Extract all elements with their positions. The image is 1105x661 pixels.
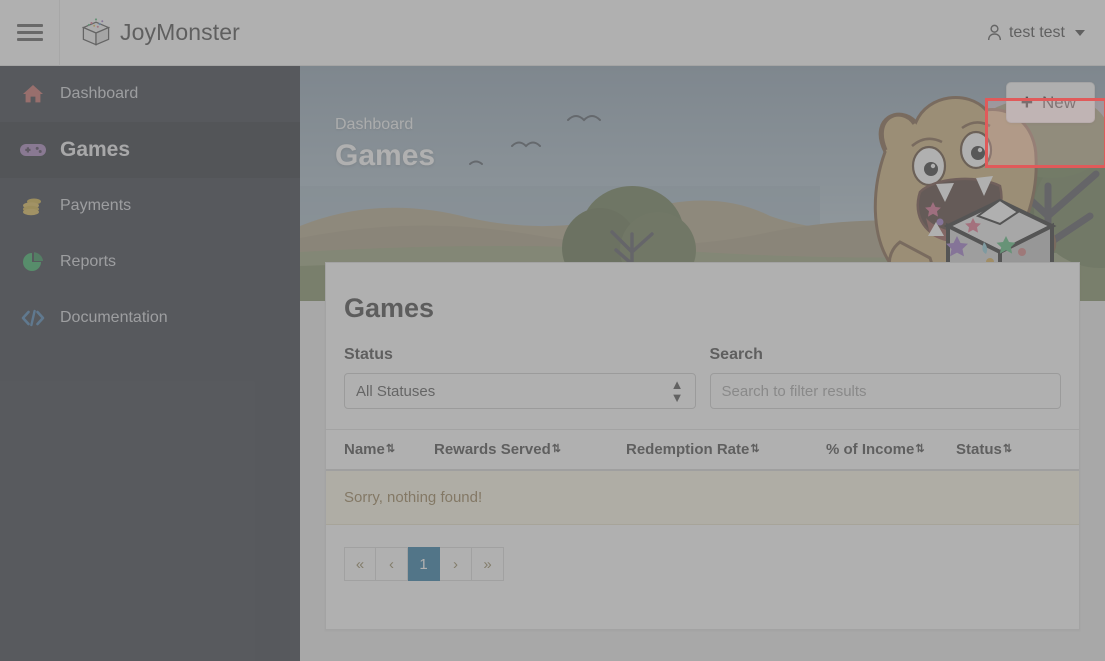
sidebar-item-label: Documentation: [60, 309, 168, 326]
pagination-next[interactable]: ›: [440, 547, 472, 581]
sidebar-item-documentation[interactable]: Documentation: [0, 290, 300, 346]
column-label: Status: [956, 441, 1002, 458]
column-header-rewards-served[interactable]: Rewards Served ⇅: [434, 441, 626, 458]
sort-updown-icon: ⇅: [915, 443, 925, 455]
pagination-last[interactable]: »: [472, 547, 504, 581]
column-label: % of Income: [826, 441, 915, 458]
sort-updown-icon: ⇅: [1002, 443, 1013, 455]
sidebar-item-label: Payments: [60, 197, 132, 214]
sidebar-item-games[interactable]: Games: [0, 122, 300, 178]
search-label: Search: [709, 346, 763, 363]
hero-text-block: Dashboard Games: [335, 116, 435, 173]
pie-chart-icon: [16, 250, 50, 274]
app-root: JoyMonster test test Dashboard Games Pay…: [0, 0, 1105, 661]
sort-updown-icon: ⇅: [750, 443, 760, 455]
status-label: Status: [344, 346, 393, 363]
search-input[interactable]: Search to filter results: [709, 373, 1061, 409]
sidebar-item-payments[interactable]: Payments: [0, 178, 300, 234]
pagination: « ‹ 1 › »: [344, 547, 1079, 581]
column-header-status[interactable]: Status ⇅: [956, 441, 1046, 458]
pagination-first[interactable]: «: [344, 547, 376, 581]
column-header-percent-of-income[interactable]: % of Income ⇅: [826, 441, 956, 458]
status-select[interactable]: All Statuses ▲ ▼: [344, 373, 696, 409]
empty-state-message: Sorry, nothing found!: [326, 471, 1079, 525]
sidebar-item-label: Reports: [60, 253, 117, 270]
games-table: Name ⇅ Rewards Served ⇅ Redemption Rate …: [326, 429, 1079, 525]
card-title: Games: [344, 293, 435, 323]
plus-icon: +: [1020, 91, 1033, 114]
code-icon: [16, 306, 50, 330]
brand-logo-link[interactable]: JoyMonster: [60, 15, 240, 51]
sidebar-item-label: Dashboard: [60, 85, 139, 102]
home-icon: [16, 82, 50, 106]
breadcrumb[interactable]: Dashboard: [335, 116, 435, 134]
table-header-row: Name ⇅ Rewards Served ⇅ Redemption Rate …: [326, 429, 1079, 471]
column-header-redemption-rate[interactable]: Redemption Rate ⇅: [626, 441, 826, 458]
status-select-value: All Statuses: [356, 382, 436, 400]
sidebar-item-label: Games: [60, 138, 131, 161]
hamburger-icon: [16, 20, 43, 45]
sort-updown-icon: ⇅: [551, 443, 561, 455]
coins-icon: [16, 194, 50, 218]
status-filter-group: Status All Statuses ▲ ▼: [344, 346, 696, 409]
new-button-label: New: [1041, 92, 1076, 112]
new-button[interactable]: + New: [1005, 82, 1095, 123]
sidebar-item-reports[interactable]: Reports: [0, 234, 300, 290]
main-content: Dashboard Games + New Games Status All S…: [300, 66, 1105, 661]
pagination-page-1[interactable]: 1: [408, 547, 440, 581]
column-label: Redemption Rate: [626, 441, 750, 458]
games-card: Games Status All Statuses ▲ ▼ Search Sear…: [325, 262, 1080, 630]
chevron-down-icon: [1075, 29, 1085, 36]
gamepad-icon: [16, 138, 50, 162]
pagination-prev[interactable]: ‹: [376, 547, 408, 581]
brand-name: JoyMonster: [120, 19, 240, 46]
select-updown-icon: ▲ ▼: [670, 377, 684, 405]
sidebar-item-dashboard[interactable]: Dashboard: [0, 66, 300, 122]
brand-name-monster: Monster: [156, 19, 240, 45]
menu-toggle-button[interactable]: [0, 0, 60, 66]
sidebar-nav: Dashboard Games Payments Reports Documen…: [0, 66, 300, 661]
column-label: Name: [344, 441, 385, 458]
filters-row: Status All Statuses ▲ ▼ Search Search to …: [326, 324, 1079, 409]
column-label: Rewards Served: [434, 441, 551, 458]
top-navbar: JoyMonster test test: [0, 0, 1105, 66]
joymonster-box-logo: [81, 17, 111, 46]
sort-updown-icon: ⇅: [385, 443, 396, 455]
search-filter-group: Search Search to filter results: [709, 346, 1061, 409]
page-title: Games: [335, 139, 436, 172]
column-header-name[interactable]: Name ⇅: [344, 441, 434, 458]
user-icon: [987, 24, 1001, 41]
brand-name-joy: Joy: [120, 19, 157, 45]
user-menu[interactable]: test test: [987, 24, 1105, 42]
user-name-label: test test: [1008, 23, 1065, 41]
